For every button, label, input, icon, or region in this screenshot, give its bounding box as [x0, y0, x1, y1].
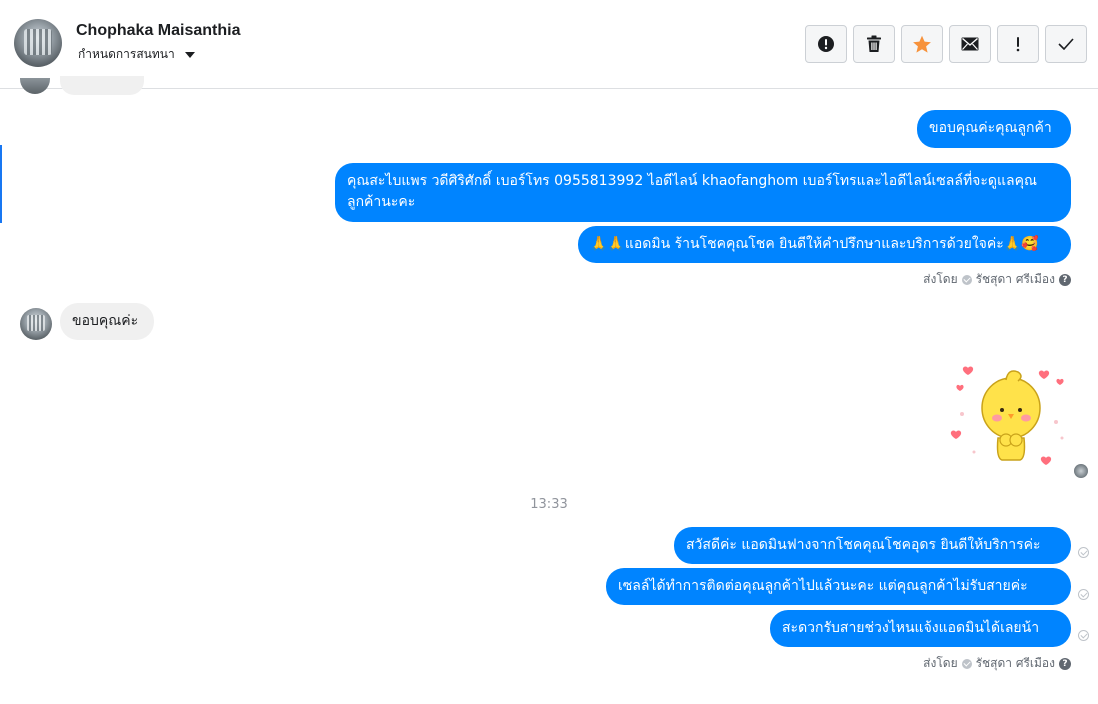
sent-by-agent[interactable]: รัชสุดา ศรีเมือง	[976, 270, 1055, 289]
sent-by-info: ส่งโดย รัชสุดา ศรีเมือง ?	[923, 270, 1071, 289]
help-icon[interactable]: ?	[1059, 273, 1071, 286]
spam-button[interactable]	[805, 25, 847, 63]
outgoing-message[interactable]: ขอบคุณค่ะคุณลูกค้า	[917, 110, 1071, 148]
sent-status-icon	[1078, 589, 1089, 600]
envelope-icon	[961, 37, 979, 51]
contact-avatar	[20, 308, 52, 340]
delete-button[interactable]	[853, 25, 895, 63]
conversation-toolbar	[805, 25, 1087, 63]
trash-icon	[867, 35, 881, 52]
outgoing-message[interactable]: เซลล์ได้ทำการติดต่อคุณลูกค้าไปแล้วนะคะ แ…	[606, 568, 1071, 605]
outgoing-message[interactable]: คุณสะไบแพร วดีศิริศักดิ์ เบอร์โทร 095581…	[335, 163, 1071, 222]
help-icon[interactable]: ?	[1059, 657, 1071, 670]
sent-by-agent[interactable]: รัชสุดา ศรีเมือง	[976, 654, 1055, 673]
message-bubble-partial	[60, 76, 144, 95]
follow-up-button[interactable]	[997, 25, 1039, 63]
outgoing-message[interactable]: 🙏🙏แอดมิน ร้านโชคคุณโชค ยินดีให้คำปรึกษาแ…	[578, 226, 1071, 263]
sent-by-prefix: ส่งโดย	[923, 656, 958, 670]
active-conversation-indicator	[0, 145, 2, 223]
check-circle-icon	[961, 274, 972, 285]
sent-status-icon	[1078, 630, 1089, 641]
caret-down-icon	[184, 51, 195, 58]
sent-status-icon	[1078, 547, 1089, 558]
star-icon	[913, 35, 931, 53]
assign-label: กำหนดการสนทนา	[78, 47, 175, 61]
contact-name[interactable]: Chophaka Maisanthia	[76, 22, 240, 40]
mark-unread-button[interactable]	[949, 25, 991, 63]
star-button[interactable]	[901, 25, 943, 63]
assign-conversation-dropdown[interactable]: กำหนดการสนทนา	[78, 45, 195, 64]
sent-by-prefix: ส่งโดย	[923, 272, 958, 286]
chick-sticker[interactable]	[950, 358, 1068, 470]
contact-avatar[interactable]	[14, 19, 62, 67]
alert-circle-icon	[818, 36, 834, 52]
exclamation-icon	[1016, 37, 1020, 52]
contact-avatar-partial	[20, 78, 50, 94]
outgoing-message[interactable]: สวัสดีค่ะ แอดมินฟางจากโชคคุณโชคอุดร ยินด…	[674, 527, 1071, 564]
message-timestamp: 13:33	[530, 497, 568, 512]
incoming-message[interactable]: ขอบคุณค่ะ	[60, 303, 154, 340]
outgoing-message[interactable]: สะดวกรับสายช่วงไหนแจ้งแอดมินได้เลยน้า	[770, 610, 1071, 647]
sent-by-info: ส่งโดย รัชสุดา ศรีเมือง ?	[923, 654, 1071, 673]
mark-done-button[interactable]	[1045, 25, 1087, 63]
seen-by-avatar	[1074, 464, 1088, 478]
check-circle-icon	[961, 658, 972, 669]
check-icon	[1058, 38, 1074, 50]
conversation-header: Chophaka Maisanthia กำหนดการสนทนา	[0, 0, 1098, 89]
